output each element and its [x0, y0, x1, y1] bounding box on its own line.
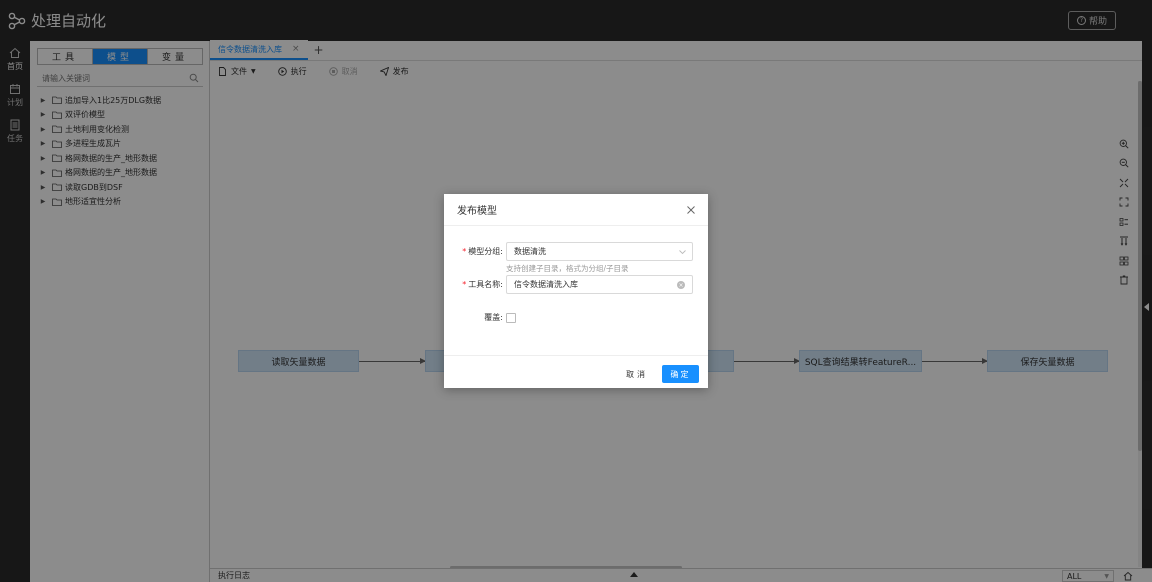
publish-model-dialog: 发布模型 * 模型分组: 数据清洗 支持创建子目录，格式为分组/子目录 * 工具名称… [444, 194, 708, 388]
tool-name-input[interactable]: 信令数据清洗入库 × [506, 275, 693, 294]
overwrite-row: 覆盖: [444, 312, 516, 323]
overwrite-label: 覆盖: [484, 313, 503, 322]
overwrite-checkbox[interactable] [506, 312, 516, 323]
group-label: * 模型分组: [462, 247, 503, 256]
tool-name-value: 信令数据清洗入库 [514, 280, 578, 289]
dialog-header: 发布模型 [444, 194, 708, 226]
confirm-button[interactable]: 确定 [662, 365, 699, 383]
dialog-footer: 取消 确定 [444, 355, 708, 388]
group-hint: 支持创建子目录，格式为分组/子目录 [506, 264, 629, 273]
clear-input-icon[interactable]: × [677, 281, 685, 289]
group-row: * 模型分组: 数据清洗 [444, 242, 693, 261]
name-label: * 工具名称: [462, 280, 503, 289]
cancel-button[interactable]: 取消 [620, 365, 654, 383]
group-value: 数据清洗 [514, 247, 546, 256]
group-select[interactable]: 数据清洗 [506, 242, 693, 261]
dialog-title: 发布模型 [457, 206, 497, 217]
chevron-down-icon [679, 250, 686, 255]
close-icon[interactable] [686, 205, 696, 215]
name-row: * 工具名称: 信令数据清洗入库 × [444, 275, 693, 294]
